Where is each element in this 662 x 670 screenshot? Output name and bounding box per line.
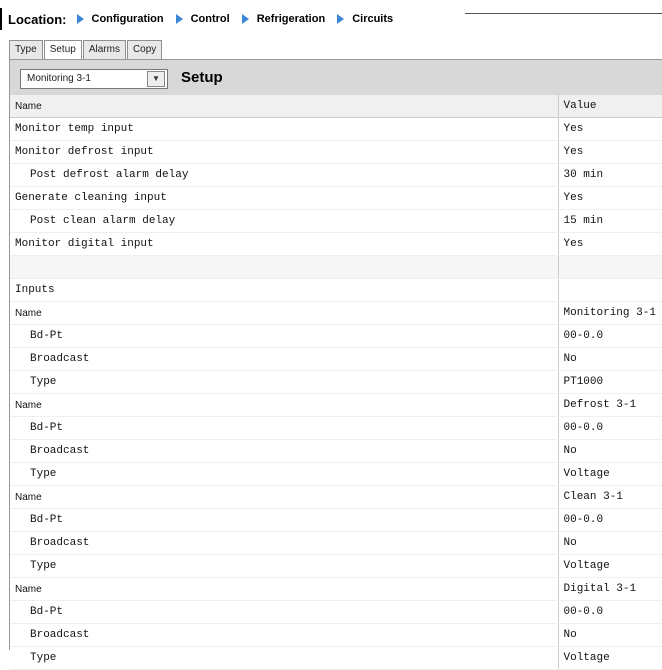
circuit-select-value[interactable]: Monitoring 3-1 (27, 73, 91, 84)
table-row[interactable]: Bd-Pt 00-0.0 (10, 416, 662, 440)
input-broadcast-label: Broadcast (10, 531, 558, 555)
tab-type[interactable]: Type (9, 40, 43, 59)
breadcrumb: Location: Configuration Control Refriger… (8, 10, 405, 28)
settings-table: Name Value Monitor temp input Yes Monitor… (10, 95, 662, 670)
input-name-value[interactable]: Clean 3-1 (557, 485, 662, 509)
input-type-value[interactable]: Voltage (557, 462, 662, 486)
table-row[interactable]: Monitor temp input Yes (10, 117, 662, 141)
breadcrumb-item-control[interactable]: Control (175, 13, 230, 25)
input-broadcast-value[interactable]: No (557, 623, 662, 647)
input-type-value[interactable]: Voltage (557, 554, 662, 578)
spacer-row (10, 255, 662, 279)
triangle-right-icon (76, 14, 84, 24)
input-name-label: Name (10, 577, 558, 601)
tab-alarms[interactable]: Alarms (82, 40, 126, 59)
input-name-label: Name (10, 301, 558, 325)
input-type-label: Type (10, 646, 558, 670)
column-header-name: Name (10, 95, 558, 118)
table-row[interactable]: Broadcast No (10, 623, 662, 647)
row-value[interactable]: 15 min (557, 209, 662, 233)
row-name: Monitor defrost input (10, 140, 558, 164)
input-name-value[interactable]: Monitoring 3-1 (557, 301, 662, 325)
breadcrumb-item-circuits[interactable]: Circuits (337, 13, 393, 25)
table-row[interactable]: Broadcast No (10, 531, 662, 555)
table-row[interactable]: Post clean alarm delay 15 min (10, 209, 662, 233)
table-row[interactable]: Name Digital 3-1 (10, 577, 662, 601)
input-type-label: Type (10, 462, 558, 486)
input-bdpt-label: Bd-Pt (10, 416, 558, 440)
input-bdpt-label: Bd-Pt (10, 508, 558, 532)
row-name: Post clean alarm delay (10, 209, 558, 233)
row-value[interactable]: Yes (557, 140, 662, 164)
table-row[interactable]: Broadcast No (10, 347, 662, 371)
input-broadcast-value[interactable]: No (557, 439, 662, 463)
input-bdpt-value[interactable]: 00-0.0 (557, 416, 662, 440)
input-type-value[interactable]: Voltage (557, 646, 662, 670)
tab-copy[interactable]: Copy (126, 40, 163, 59)
table-row[interactable]: Name Defrost 3-1 (10, 393, 662, 417)
table-row[interactable]: Type Voltage (10, 646, 662, 670)
column-header-value: Value (557, 95, 662, 118)
table-header: Name Value (10, 95, 662, 118)
input-name-label: Name (10, 485, 558, 509)
setup-panel: Monitoring 3-1 ▼ Setup Name Value Monito… (9, 59, 662, 670)
row-name: Monitor temp input (10, 117, 558, 141)
table-row[interactable]: Post defrost alarm delay 30 min (10, 163, 662, 187)
row-value[interactable]: Yes (557, 186, 662, 210)
row-value[interactable]: Yes (557, 232, 662, 256)
input-type-label: Type (10, 370, 558, 394)
panel-header: Monitoring 3-1 ▼ Setup (10, 60, 662, 95)
input-name-label: Name (10, 393, 558, 417)
table-row[interactable]: Name Monitoring 3-1 (10, 301, 662, 325)
input-bdpt-value[interactable]: 00-0.0 (557, 508, 662, 532)
table-row[interactable]: Broadcast No (10, 439, 662, 463)
input-type-value[interactable]: PT1000 (557, 370, 662, 394)
table-row[interactable]: Monitor defrost input Yes (10, 140, 662, 164)
triangle-right-icon (337, 14, 345, 24)
row-name: Post defrost alarm delay (10, 163, 558, 187)
row-value[interactable]: Yes (557, 117, 662, 141)
input-broadcast-label: Broadcast (10, 623, 558, 647)
input-broadcast-value[interactable]: No (557, 531, 662, 555)
input-type-label: Type (10, 554, 558, 578)
input-broadcast-label: Broadcast (10, 347, 558, 371)
table-row[interactable]: Bd-Pt 00-0.0 (10, 600, 662, 624)
section-row: Inputs (10, 278, 662, 302)
breadcrumb-item-configuration[interactable]: Configuration (76, 13, 164, 25)
input-name-value[interactable]: Digital 3-1 (557, 577, 662, 601)
table-row[interactable]: Monitor digital input Yes (10, 232, 662, 256)
breadcrumb-item-refrigeration[interactable]: Refrigeration (241, 13, 325, 25)
input-bdpt-label: Bd-Pt (10, 600, 558, 624)
triangle-right-icon (175, 14, 183, 24)
table-row[interactable]: Bd-Pt 00-0.0 (10, 324, 662, 348)
circuit-select[interactable]: Monitoring 3-1 ▼ (20, 69, 168, 89)
table-row[interactable]: Generate cleaning input Yes (10, 186, 662, 210)
input-bdpt-label: Bd-Pt (10, 324, 558, 348)
table-row[interactable]: Name Clean 3-1 (10, 485, 662, 509)
section-label-inputs: Inputs (10, 278, 558, 302)
row-value[interactable]: 30 min (557, 163, 662, 187)
location-label: Location: (8, 11, 67, 27)
input-bdpt-value[interactable]: 00-0.0 (557, 600, 662, 624)
tab-setup[interactable]: Setup (43, 40, 82, 59)
table-row[interactable]: Type Voltage (10, 554, 662, 578)
row-name: Generate cleaning input (10, 186, 558, 210)
chevron-down-icon[interactable]: ▼ (147, 71, 165, 87)
left-edge-bar (0, 8, 2, 30)
row-name: Monitor digital input (10, 232, 558, 256)
input-name-value[interactable]: Defrost 3-1 (557, 393, 662, 417)
page-title: Setup (181, 69, 223, 86)
tab-bar: Type Setup Alarms Copy (9, 40, 163, 59)
table-row[interactable]: Bd-Pt 00-0.0 (10, 508, 662, 532)
top-divider (465, 13, 662, 14)
table-row[interactable]: Type PT1000 (10, 370, 662, 394)
input-bdpt-value[interactable]: 00-0.0 (557, 324, 662, 348)
triangle-right-icon (241, 14, 249, 24)
table-row[interactable]: Type Voltage (10, 462, 662, 486)
input-broadcast-value[interactable]: No (557, 347, 662, 371)
input-broadcast-label: Broadcast (10, 439, 558, 463)
